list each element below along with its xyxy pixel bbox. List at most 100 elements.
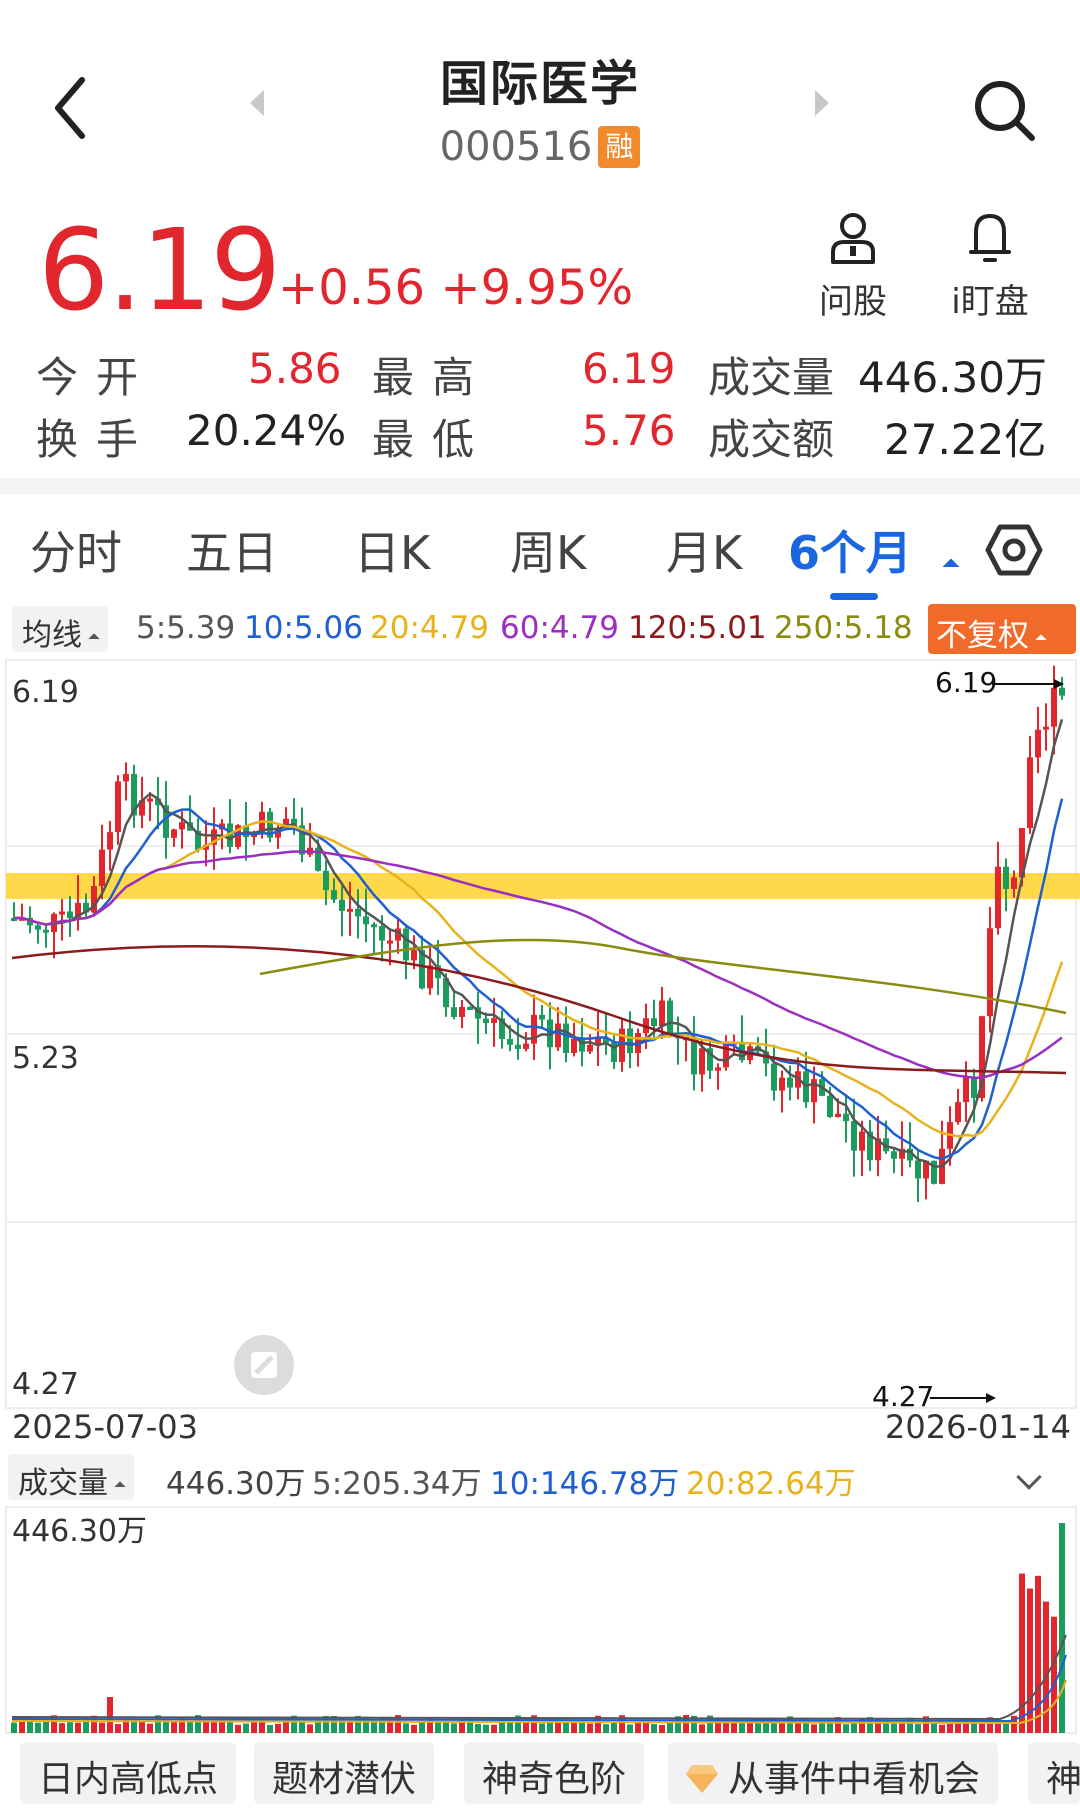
candle-body bbox=[331, 890, 337, 900]
y-axis-bottom-label: 4.27 bbox=[12, 1367, 79, 1402]
volume-bar bbox=[723, 1721, 729, 1733]
candle-body bbox=[1003, 866, 1009, 889]
candle-body bbox=[787, 1077, 793, 1088]
tab-daily-k[interactable]: 日K bbox=[354, 517, 430, 583]
prev-stock-icon[interactable] bbox=[250, 90, 264, 116]
feature-theme-ambush[interactable]: 题材潜伏 bbox=[254, 1742, 435, 1804]
volume-selector[interactable]: 成交量 bbox=[8, 1454, 134, 1501]
kline-chart[interactable]: 6.19 5.23 4.27 6.19 4.27 bbox=[0, 658, 1080, 1410]
volume-bar bbox=[139, 1720, 145, 1733]
volume-bar bbox=[1051, 1616, 1057, 1733]
feature-intraday-high-low[interactable]: 日内高低点 bbox=[20, 1742, 237, 1804]
tab-five-day[interactable]: 五日 bbox=[186, 517, 278, 583]
volume-ma-line bbox=[11, 1654, 1067, 1723]
open-label: 今开 bbox=[36, 353, 157, 402]
ma250-value: 250:5.18 bbox=[774, 610, 913, 646]
volume-bar bbox=[243, 1723, 249, 1733]
volume-bar bbox=[667, 1721, 673, 1733]
watch-button[interactable]: i盯盘 bbox=[935, 210, 1045, 322]
ask-stock-button[interactable]: 问股 bbox=[808, 210, 898, 322]
tab-dropdown-icon[interactable] bbox=[942, 558, 960, 576]
candle-body bbox=[107, 832, 113, 850]
candle-body bbox=[99, 849, 105, 887]
feature-color-scale[interactable]: 神奇色阶 bbox=[464, 1742, 645, 1804]
ma-line bbox=[13, 798, 1064, 1161]
draw-tool-icon[interactable] bbox=[234, 1335, 294, 1395]
candle-body bbox=[1051, 687, 1057, 727]
volume-bar bbox=[147, 1723, 153, 1733]
tab-six-month[interactable]: 6个月 bbox=[788, 517, 912, 583]
collapse-chevron-icon[interactable] bbox=[1016, 1464, 1042, 1490]
date-end: 2026-01-14 bbox=[885, 1408, 1071, 1446]
volume-bar bbox=[275, 1723, 281, 1733]
adjust-mode-button[interactable]: 不复权 bbox=[928, 604, 1076, 654]
candle-body bbox=[571, 1038, 577, 1053]
volume-bar bbox=[299, 1721, 305, 1733]
ma-selector-label: 均线 bbox=[22, 618, 82, 653]
candle-body bbox=[467, 1006, 473, 1010]
volume-bar bbox=[235, 1724, 241, 1733]
feature-more[interactable]: 神 bbox=[1028, 1742, 1080, 1804]
tab-intraday[interactable]: 分时 bbox=[30, 517, 122, 583]
tab-weekly-k[interactable]: 周K bbox=[510, 517, 586, 583]
feature-event-opportunity[interactable]: 从事件中看机会 bbox=[668, 1742, 999, 1804]
candle-body bbox=[915, 1160, 921, 1179]
ma-selector[interactable]: 均线 bbox=[12, 606, 108, 653]
candle-body bbox=[723, 1042, 729, 1068]
volume-bar bbox=[603, 1724, 609, 1733]
search-icon[interactable] bbox=[970, 76, 1040, 146]
volume-bar bbox=[451, 1723, 457, 1733]
y-axis-top-label: 6.19 bbox=[12, 675, 79, 710]
feature-event-label: 从事件中看机会 bbox=[728, 1759, 981, 1800]
price-change: +0.56 +9.95% bbox=[278, 260, 633, 316]
ma-line bbox=[11, 945, 1067, 1075]
open-value: 5.86 bbox=[248, 344, 342, 393]
change-percent: +9.95% bbox=[440, 260, 634, 316]
volume-bar bbox=[171, 1721, 177, 1733]
candle-body bbox=[955, 1102, 961, 1123]
candle-body bbox=[347, 908, 353, 912]
header: 国际医学 000516 融 bbox=[0, 0, 1080, 200]
volume-bar bbox=[67, 1722, 73, 1733]
date-start: 2025-07-03 bbox=[12, 1408, 198, 1446]
settings-icon[interactable] bbox=[985, 521, 1043, 579]
volume-bar bbox=[499, 1722, 505, 1733]
volume-bar bbox=[99, 1722, 105, 1733]
candle-body bbox=[355, 908, 361, 917]
volume-bars bbox=[11, 1523, 1065, 1733]
volume-ma-line bbox=[11, 1634, 1067, 1721]
candle-body bbox=[963, 1077, 969, 1103]
turnover-label: 换手 bbox=[36, 415, 157, 464]
volume-bar bbox=[795, 1722, 801, 1733]
volume-value: 446.30万 bbox=[858, 353, 1047, 402]
next-stock-icon[interactable] bbox=[815, 90, 829, 116]
volume-bar bbox=[779, 1722, 785, 1733]
ma-line bbox=[13, 719, 1064, 1168]
candle-body bbox=[1035, 729, 1041, 758]
volume-ma10: 10:146.78万 bbox=[490, 1466, 680, 1502]
candle-body bbox=[523, 1043, 529, 1049]
volume-chart[interactable]: 446.30万 bbox=[0, 1505, 1080, 1735]
candle-body bbox=[563, 1023, 569, 1053]
volume-selector-label: 成交量 bbox=[18, 1466, 108, 1501]
candle-body bbox=[827, 1095, 833, 1117]
volume-bar bbox=[475, 1723, 481, 1733]
amount-value: 27.22亿 bbox=[884, 415, 1047, 464]
volume-bar bbox=[35, 1722, 41, 1733]
person-icon bbox=[831, 213, 875, 264]
candle-body bbox=[507, 1038, 513, 1045]
candle-body bbox=[859, 1131, 865, 1151]
volume-bar bbox=[899, 1722, 905, 1733]
volume-total: 446.30万 bbox=[166, 1466, 306, 1502]
y-axis-mid-label: 5.23 bbox=[12, 1041, 79, 1076]
candle-body bbox=[995, 866, 1001, 929]
candle-body bbox=[515, 1044, 521, 1049]
ask-stock-label: 问股 bbox=[819, 282, 887, 322]
volume-bar bbox=[403, 1723, 409, 1733]
candle-body bbox=[1043, 726, 1049, 730]
volume-bar bbox=[1035, 1575, 1041, 1733]
back-icon[interactable] bbox=[40, 68, 110, 148]
stock-code-row: 000516 融 bbox=[300, 124, 780, 170]
tab-monthly-k[interactable]: 月K bbox=[666, 517, 742, 583]
candle-body bbox=[371, 924, 377, 928]
